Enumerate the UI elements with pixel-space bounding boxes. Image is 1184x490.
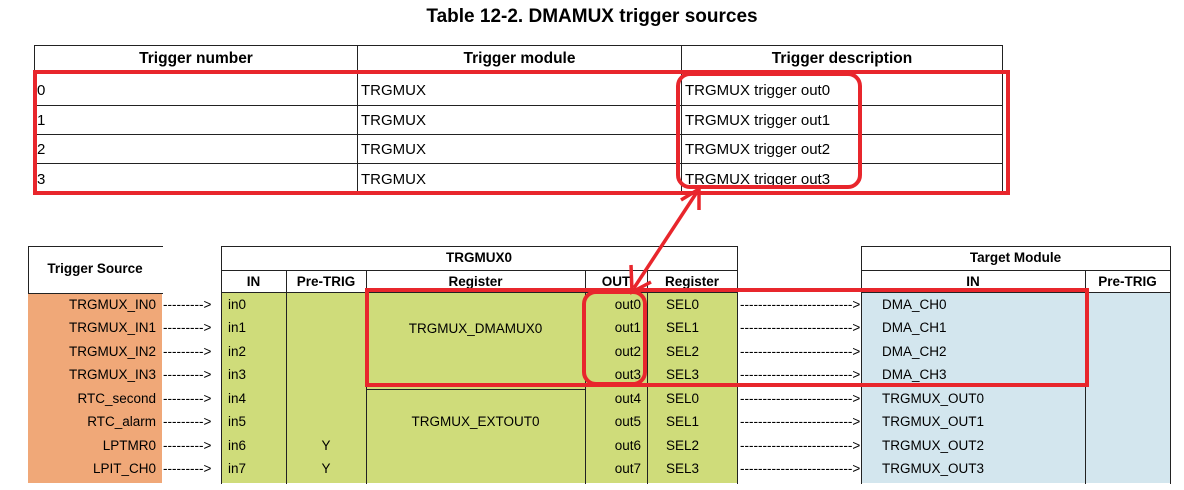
connector-arrow-icon: [629, 185, 701, 295]
